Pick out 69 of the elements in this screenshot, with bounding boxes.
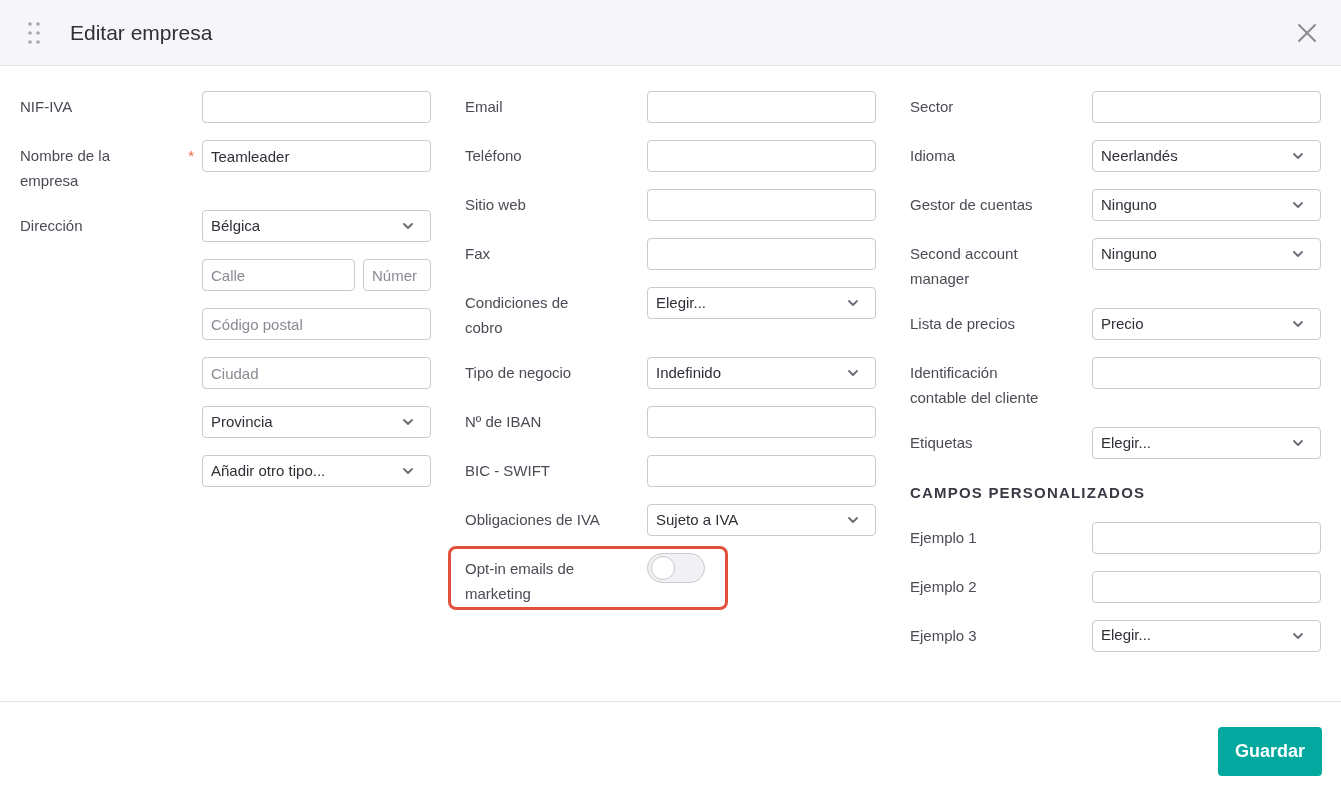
field-label: NIF-IVA <box>20 97 74 117</box>
field-label: Ejemplo 1 <box>910 527 978 548</box>
chevron-down-icon <box>847 516 859 524</box>
text-field[interactable] <box>647 91 876 123</box>
chevron-down-icon <box>1292 631 1304 640</box>
field-label: Teléfono <box>465 146 523 166</box>
text-field[interactable]: Númer <box>363 259 431 291</box>
field-label: Fax <box>465 244 491 264</box>
field-label: Condiciones de cobro <box>465 293 570 338</box>
dropdown-select[interactable]: Precio <box>1092 308 1321 340</box>
text-field[interactable] <box>1092 357 1321 389</box>
text-field[interactable] <box>647 189 876 221</box>
chevron-down-icon <box>847 299 859 307</box>
text-field[interactable] <box>647 238 876 270</box>
text-field[interactable]: Teamleader <box>202 140 431 172</box>
field-label: Identificación contable del cliente <box>910 363 1040 408</box>
field-label: Nº de IBAN <box>465 412 543 432</box>
field-label: Second account manager <box>910 244 1019 289</box>
dropdown-select[interactable]: Provincia <box>202 406 431 438</box>
dropdown-select[interactable]: Sujeto a IVA <box>647 504 876 536</box>
field-label: Gestor de cuentas <box>910 195 1034 215</box>
field-label: Tipo de negocio <box>465 363 573 383</box>
field-label: Dirección <box>20 216 84 236</box>
field-label: Sector <box>910 97 955 117</box>
field-label: Idioma <box>910 146 957 166</box>
toggle-switch[interactable] <box>647 553 705 583</box>
dropdown-select[interactable]: Elegir... <box>1092 619 1321 652</box>
text-field[interactable] <box>647 406 876 438</box>
dialog-title: Editar empresa <box>70 19 213 46</box>
field-label: Opt-in emails de marketing <box>465 559 576 604</box>
text-field[interactable]: Ciudad <box>202 357 431 389</box>
text-field[interactable] <box>1092 91 1321 123</box>
field-label: Etiquetas <box>910 433 974 453</box>
drag-handle-icon[interactable] <box>27 20 41 45</box>
dropdown-select[interactable]: Elegir... <box>1092 427 1321 459</box>
dropdown-select[interactable]: Neerlandés <box>1092 140 1321 172</box>
chevron-down-icon <box>1292 439 1304 447</box>
required-asterisk: * <box>188 146 194 166</box>
section-heading: CAMPOS PERSONALIZADOS <box>910 483 1147 503</box>
field-label: Ejemplo 2 <box>910 576 978 597</box>
field-label: BIC - SWIFT <box>465 461 551 481</box>
text-field[interactable] <box>1092 570 1321 603</box>
field-label: Email <box>465 97 504 117</box>
dropdown-select[interactable]: Bélgica <box>202 210 431 242</box>
text-field[interactable]: Código postal <box>202 308 431 340</box>
chevron-down-icon <box>847 369 859 377</box>
dropdown-select[interactable]: Elegir... <box>647 287 876 319</box>
chevron-down-icon <box>402 418 414 426</box>
dropdown-select[interactable]: Indefinido <box>647 357 876 389</box>
dropdown-select[interactable]: Ninguno <box>1092 238 1321 270</box>
field-label: Sitio web <box>465 195 527 215</box>
field-label: Obligaciones de IVA <box>465 510 601 530</box>
chevron-down-icon <box>1292 201 1304 209</box>
chevron-down-icon <box>1292 250 1304 258</box>
text-field[interactable] <box>647 140 876 172</box>
dropdown-select[interactable]: Añadir otro tipo... <box>202 455 431 487</box>
field-label: Lista de precios <box>910 314 1017 334</box>
chevron-down-icon <box>402 222 414 230</box>
chevron-down-icon <box>1292 320 1304 328</box>
text-field[interactable] <box>202 91 431 123</box>
field-label: Nombre de la empresa <box>20 146 112 191</box>
chevron-down-icon <box>1292 152 1304 160</box>
text-field[interactable] <box>1092 521 1321 554</box>
field-label: Ejemplo 3 <box>910 625 978 646</box>
close-icon <box>1297 22 1317 43</box>
dropdown-select[interactable]: Ninguno <box>1092 189 1321 221</box>
text-field[interactable] <box>647 455 876 487</box>
text-field[interactable]: Calle <box>202 259 355 291</box>
chevron-down-icon <box>402 467 414 475</box>
